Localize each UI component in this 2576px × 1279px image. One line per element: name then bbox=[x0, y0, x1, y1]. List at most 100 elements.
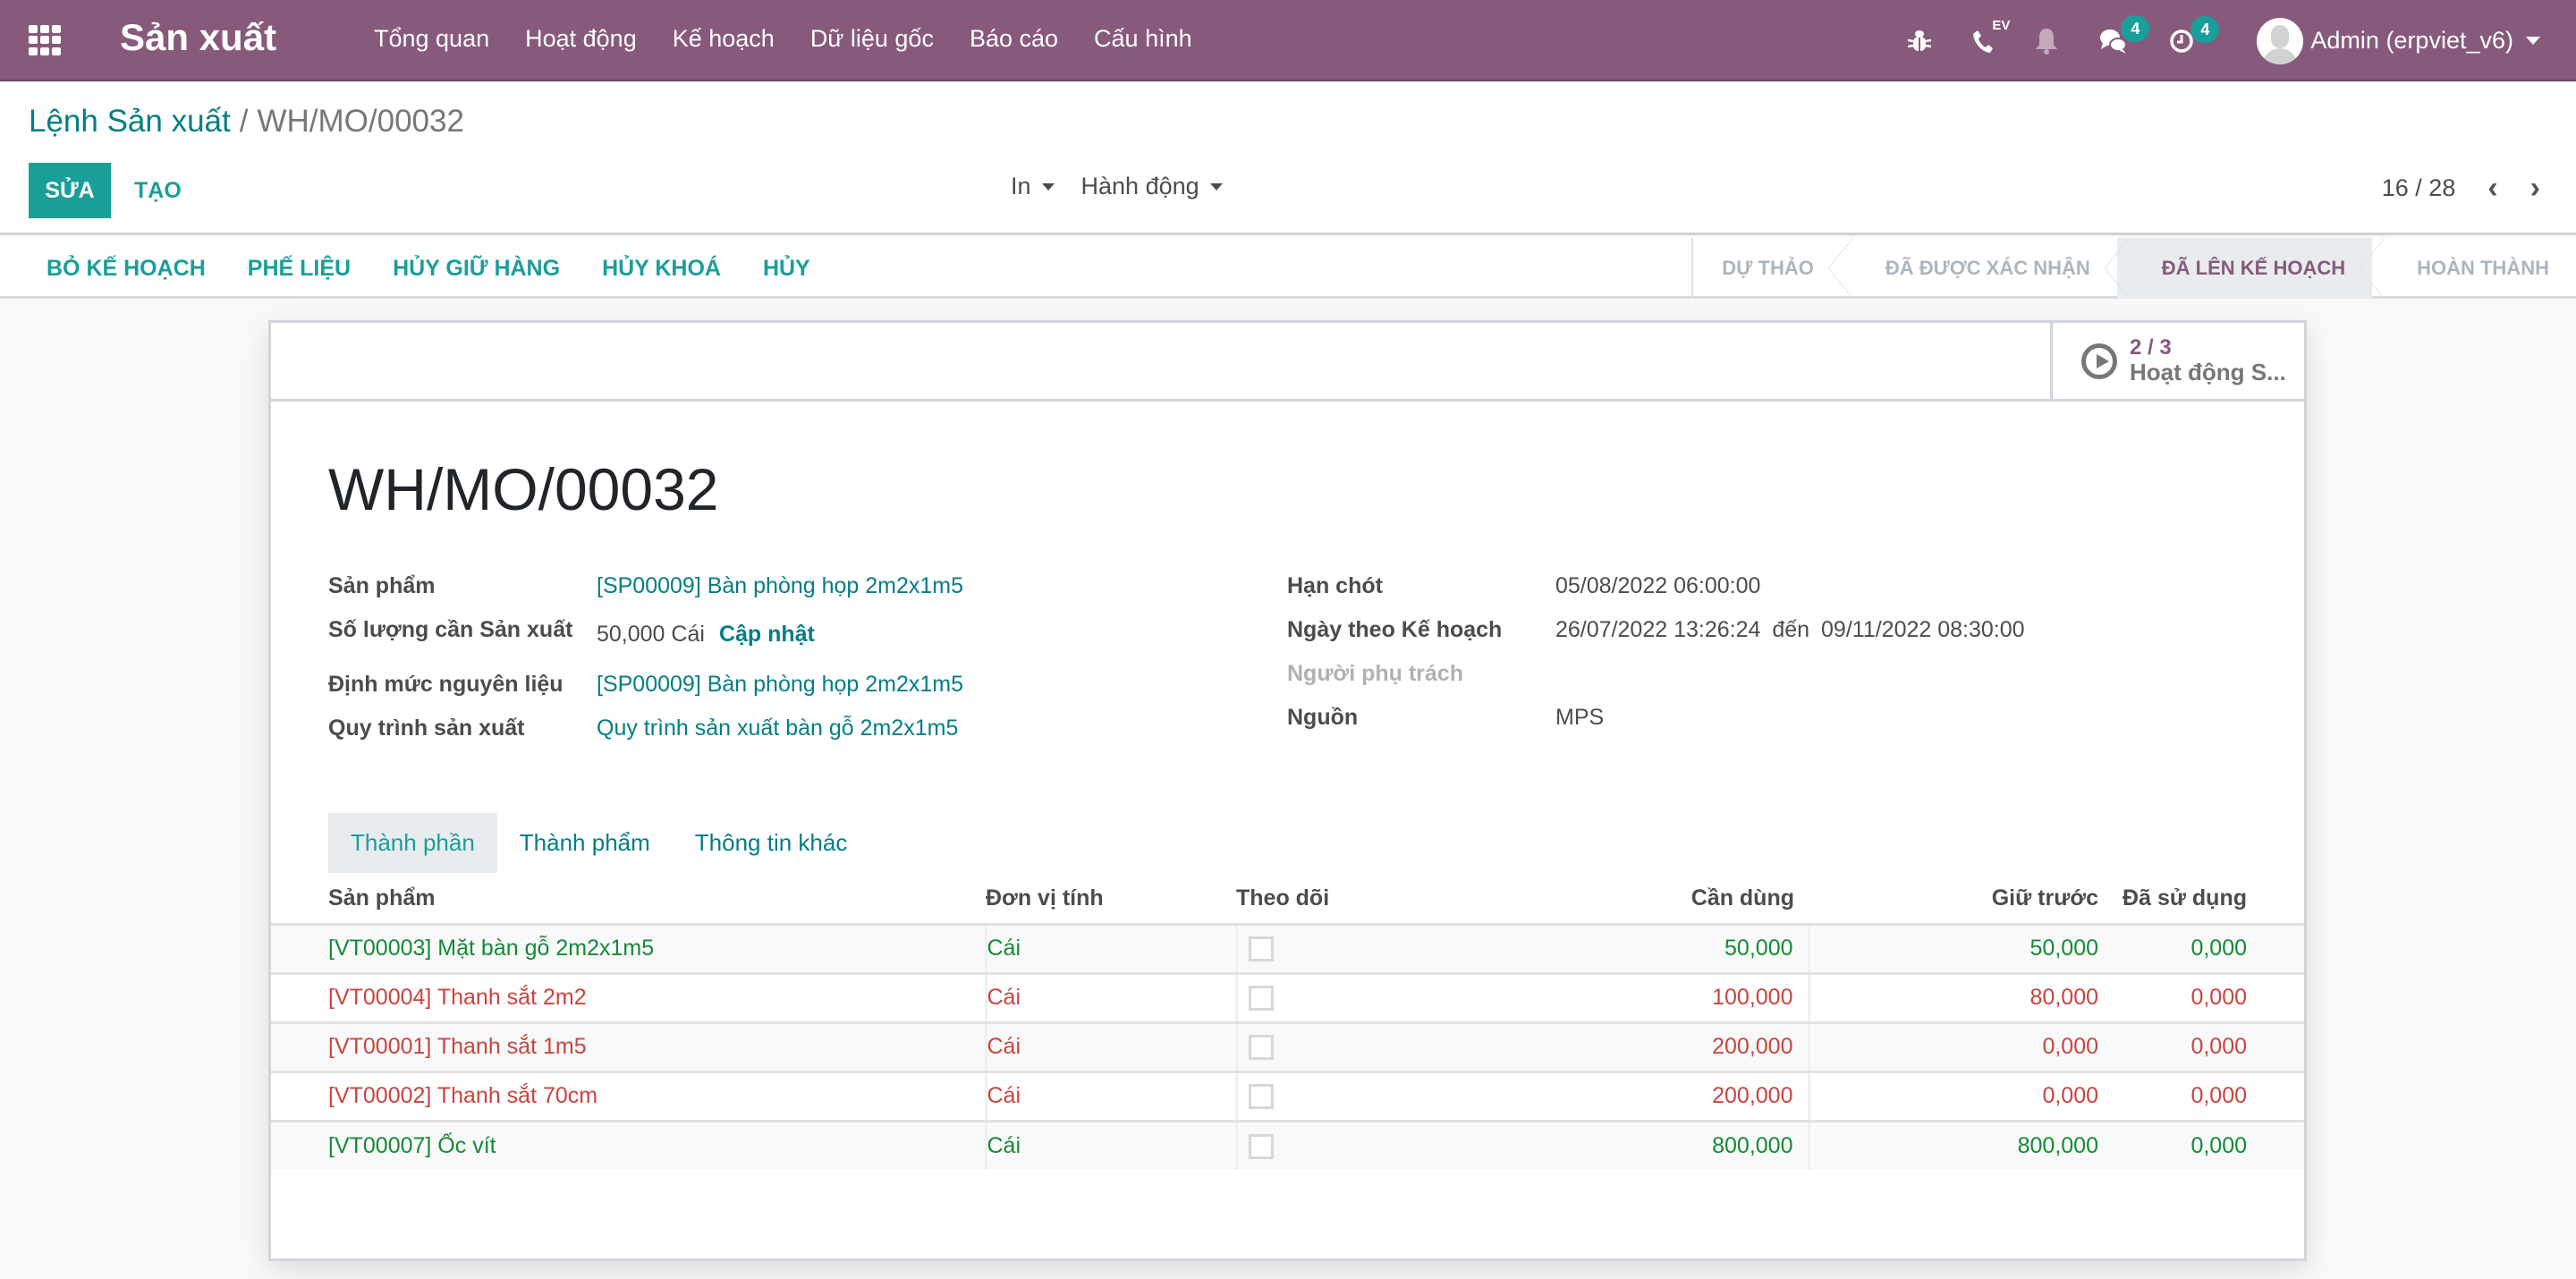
menu-item-master-data[interactable]: Dữ liệu gốc bbox=[810, 25, 934, 53]
tab-miscellaneous[interactable]: Thông tin khác bbox=[673, 813, 870, 873]
main-menu: Tổng quan Hoạt động Kế hoạch Dữ liệu gốc… bbox=[374, 25, 1192, 53]
tracking-checkbox[interactable] bbox=[1248, 1035, 1274, 1061]
consumed-cell: 0,000 bbox=[2113, 973, 2304, 1024]
uom-cell: Cái bbox=[984, 1071, 1236, 1122]
uom-cell: Cái bbox=[984, 1022, 1236, 1073]
form-statusbar: BỎ KẾ HOẠCH PHẾ LIỆU HỦY GIỮ HÀNG HỦY KH… bbox=[0, 238, 2576, 299]
tab-finished-products[interactable]: Thành phẩm bbox=[497, 813, 673, 873]
product-cell: [VT00004] Thanh sắt 2m2 bbox=[271, 973, 986, 1024]
stage-draft[interactable]: DỰ THẢO bbox=[1693, 238, 1853, 299]
table-row[interactable]: [VT00002] Thanh sắt 70cm Cái 200,000 0,000 0… bbox=[271, 1071, 2304, 1122]
form-sheet: 2 / 3 Hoạt động S... WH/MO/00032 Sản phẩ… bbox=[268, 320, 2307, 1261]
tracking-checkbox[interactable] bbox=[1248, 1084, 1274, 1110]
reserved-cell: 800,000 bbox=[1807, 1121, 2113, 1170]
breadcrumb-current: WH/MO/00032 bbox=[257, 104, 464, 139]
consumed-cell: 0,000 bbox=[2113, 1022, 2304, 1073]
header-uom[interactable]: Đơn vị tính bbox=[986, 874, 1236, 926]
edit-button[interactable]: SỬA bbox=[29, 163, 111, 218]
header-to-consume[interactable]: Cần dùng bbox=[1504, 874, 1809, 926]
app-name[interactable]: Sản xuất bbox=[120, 16, 276, 59]
menu-item-operations[interactable]: Hoạt động bbox=[525, 25, 637, 53]
unlock-button[interactable]: HỦY KHOÁ bbox=[602, 256, 721, 282]
planned-to-label: đến bbox=[1772, 617, 1810, 642]
debug-bug-icon[interactable] bbox=[1908, 29, 1932, 54]
stage-confirmed[interactable]: ĐÃ ĐƯỢC XÁC NHẬN bbox=[1841, 238, 2130, 299]
header-buttons: BỎ KẾ HOẠCH PHẾ LIỆU HỦY GIỮ HÀNG HỦY KH… bbox=[47, 238, 810, 299]
cancel-button[interactable]: HỦY bbox=[763, 256, 810, 282]
tracking-cell bbox=[1234, 1022, 1504, 1073]
pager-next-icon[interactable]: › bbox=[2530, 173, 2540, 203]
user-menu[interactable]: Admin (erpviet_v6) bbox=[2257, 17, 2540, 64]
routing-label: Quy trình sản xuất bbox=[328, 716, 525, 741]
stage-done[interactable]: HOÀN THÀNH bbox=[2372, 238, 2576, 299]
create-button[interactable]: TẠO bbox=[134, 163, 182, 218]
workorders-smart-button[interactable]: 2 / 3 Hoạt động S... bbox=[2050, 323, 2304, 399]
record-title: WH/MO/00032 bbox=[328, 456, 719, 522]
right-field-group: Hạn chót 05/08/2022 06:00:00 Ngày theo K… bbox=[1287, 573, 2025, 749]
print-dropdown[interactable]: In bbox=[1011, 173, 1055, 200]
breadcrumb-parent[interactable]: Lệnh Sản xuất bbox=[29, 104, 231, 139]
table-row[interactable]: [VT00001] Thanh sắt 1m5 Cái 200,000 0,000 0,… bbox=[271, 1022, 2304, 1073]
to-consume-cell: 800,000 bbox=[1712, 1132, 1793, 1158]
components-table: Sản phẩm Đơn vị tính Theo dõi Cần dùng G… bbox=[271, 874, 2304, 1170]
unreserve-button[interactable]: HỦY GIỮ HÀNG bbox=[393, 256, 560, 282]
activity-menu[interactable]: 4 bbox=[2169, 15, 2220, 54]
product-cell: [VT00002] Thanh sắt 70cm bbox=[271, 1071, 986, 1122]
tracking-checkbox[interactable] bbox=[1248, 986, 1274, 1012]
header-consumed[interactable]: Đã sử dụng bbox=[2113, 874, 2304, 926]
routing-field[interactable]: Quy trình sản xuất bàn gỗ 2m2x1m5 bbox=[597, 716, 958, 741]
table-row[interactable]: [VT00003] Mặt bàn gỗ 2m2x1m5 Cái 50,000 50,… bbox=[271, 924, 2304, 975]
quantity-field: 50,000 Cái bbox=[597, 622, 705, 647]
update-quantity-button[interactable]: Cập nhật bbox=[719, 622, 815, 647]
reserved-cell: 0,000 bbox=[1807, 1022, 2113, 1073]
source-label: Nguồn bbox=[1287, 705, 1359, 730]
to-consume-cell: 200,000 bbox=[1504, 1071, 1809, 1122]
tab-components[interactable]: Thành phần bbox=[328, 813, 497, 873]
bom-field[interactable]: [SP00009] Bàn phòng họp 2m2x1m5 bbox=[597, 672, 963, 698]
action-label: Hành động bbox=[1080, 173, 1199, 199]
voip-phone-icon[interactable]: EV bbox=[1972, 18, 2010, 54]
table-row[interactable]: [VT00004] Thanh sắt 2m2 Cái 100,000 80,000 0… bbox=[271, 973, 2304, 1024]
planned-end-field: 09/11/2022 08:30:00 bbox=[1821, 617, 2025, 642]
print-label: In bbox=[1011, 173, 1031, 199]
pager-value[interactable]: 16 / 28 bbox=[2382, 174, 2456, 202]
reserved-cell: 80,000 bbox=[1807, 973, 2113, 1024]
action-dropdown[interactable]: Hành động bbox=[1081, 173, 1223, 200]
planned-date-label: Ngày theo Kế hoạch bbox=[1287, 617, 1503, 642]
pager-previous-icon[interactable]: ‹ bbox=[2487, 173, 2497, 203]
quantity-label: Số lượng cần Sản xuất bbox=[328, 617, 573, 642]
user-name: Admin (erpviet_v6) bbox=[2310, 27, 2513, 54]
responsible-label: Người phụ trách bbox=[1287, 661, 1463, 686]
unplan-button[interactable]: BỎ KẾ HOẠCH bbox=[47, 256, 206, 282]
apps-menu-icon[interactable] bbox=[29, 25, 61, 55]
header-product[interactable]: Sản phẩm bbox=[271, 874, 986, 926]
stage-planned[interactable]: ĐÃ LÊN KẾ HOẠCH bbox=[2116, 238, 2385, 299]
menu-item-reporting[interactable]: Báo cáo bbox=[970, 25, 1058, 53]
caret-down-icon bbox=[2526, 37, 2540, 45]
breadcrumb-separator: / bbox=[239, 104, 249, 139]
tracking-checkbox[interactable] bbox=[1248, 936, 1274, 962]
voip-label: EV bbox=[1992, 17, 2011, 33]
header-reserved[interactable]: Giữ trước bbox=[1809, 874, 2113, 926]
table-row[interactable]: [VT00007] Ốc vít Cái 800,000 800,000 0,000 bbox=[271, 1121, 2304, 1170]
notification-bell-icon[interactable] bbox=[2035, 27, 2058, 55]
scrap-button[interactable]: PHẾ LIỆU bbox=[248, 256, 351, 282]
table-header-row: Sản phẩm Đơn vị tính Theo dõi Cần dùng G… bbox=[271, 874, 2304, 926]
notebook-tabs: Thành phần Thành phẩm Thông tin khác bbox=[328, 813, 869, 873]
menu-item-overview[interactable]: Tổng quan bbox=[374, 25, 489, 53]
sidebar-dropdowns: In Hành động bbox=[1011, 173, 1223, 200]
caret-down-icon bbox=[1041, 182, 1055, 191]
systray: EV 4 4 Admin (erpviet_v6) bbox=[1867, 0, 2540, 81]
messaging-menu[interactable]: 4 bbox=[2099, 14, 2150, 55]
reserved-cell: 50,000 bbox=[1807, 924, 2113, 975]
product-field[interactable]: [SP00009] Bàn phòng họp 2m2x1m5 bbox=[597, 573, 963, 599]
header-tracking[interactable]: Theo dõi bbox=[1236, 874, 1504, 926]
tracking-checkbox[interactable] bbox=[1248, 1133, 1274, 1159]
breadcrumb: Lệnh Sản xuất / WH/MO/00032 bbox=[29, 104, 464, 140]
tracking-cell bbox=[1234, 1071, 1504, 1122]
menu-item-configuration[interactable]: Cấu hình bbox=[1094, 25, 1192, 53]
bom-label: Định mức nguyên liệu bbox=[328, 672, 564, 697]
tracking-cell bbox=[1234, 1121, 1504, 1170]
stage-pipeline: DỰ THẢO ĐÃ ĐƯỢC XÁC NHẬN ĐÃ LÊN KẾ HOẠCH… bbox=[1691, 238, 2576, 299]
menu-item-planning[interactable]: Kế hoạch bbox=[673, 25, 775, 53]
